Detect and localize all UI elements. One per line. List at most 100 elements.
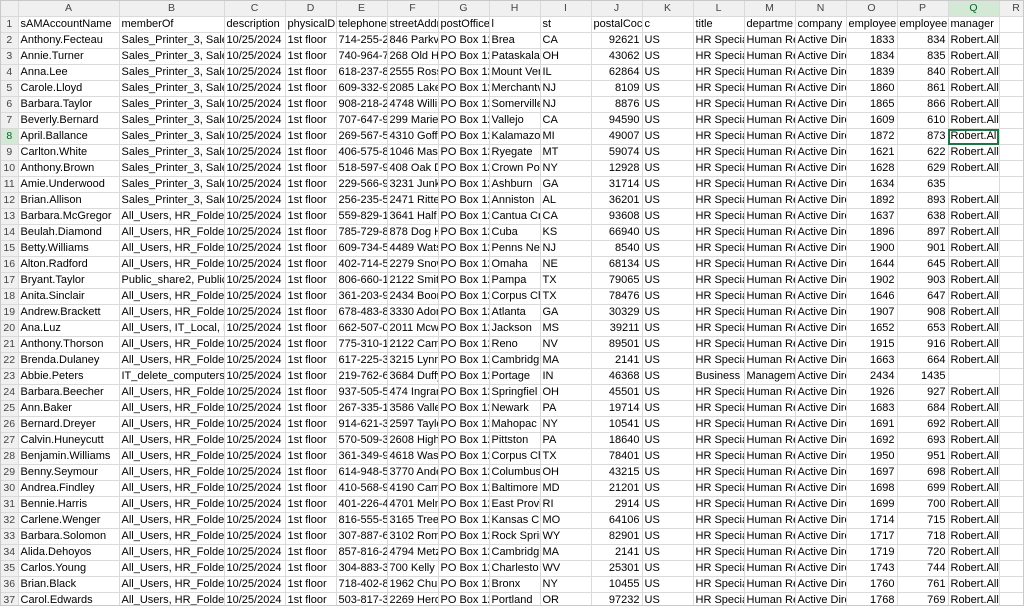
row-header[interactable]: 21 [1,336,19,354]
cell[interactable]: US [642,400,694,418]
cell[interactable]: Robert.Allen [948,320,1000,338]
cell[interactable]: 1st floor [285,320,337,338]
cell[interactable]: PO Box 12 [438,208,490,226]
cell[interactable]: 45501 [591,384,643,402]
cell[interactable]: 1st floor [285,64,337,82]
cell[interactable]: OH [540,384,592,402]
row-header[interactable]: 28 [1,448,19,466]
cell[interactable]: description [224,16,286,34]
cell[interactable]: NY [540,416,592,434]
cell[interactable]: Active Dire [795,240,847,258]
row-header[interactable]: 24 [1,384,19,402]
cell[interactable]: 10/25/2024 [224,256,286,274]
cell[interactable] [999,560,1023,578]
cell[interactable]: 1st floor [285,128,337,146]
cell[interactable]: 2914 [591,496,643,514]
cell[interactable]: Human Re [744,352,796,370]
cell[interactable]: Robert.Allen [948,32,1000,50]
cell[interactable]: 2279 Snow [387,256,439,274]
cell[interactable]: HR Speciali [693,400,745,418]
cell[interactable]: US [642,32,694,50]
cell[interactable]: 618-237-8 [336,64,388,82]
column-header-a[interactable]: A [18,1,120,18]
cell[interactable]: US [642,576,694,594]
cell[interactable]: Robert.Allen [948,144,1000,162]
cell[interactable]: Active Dire [795,352,847,370]
cell[interactable]: Anna.Lee [18,64,120,82]
cell[interactable]: Robert.Allen [948,288,1000,306]
cell[interactable]: 1st floor [285,288,337,306]
row-header[interactable]: 8 [1,128,19,146]
cell[interactable] [999,224,1023,242]
cell[interactable]: Active Dire [795,496,847,514]
cell[interactable]: 10/25/2024 [224,48,286,66]
cell[interactable]: RI [540,496,592,514]
cell[interactable]: 1st floor [285,432,337,450]
cell[interactable]: Human Re [744,336,796,354]
cell[interactable]: 806-660-1 [336,272,388,290]
cell[interactable]: 93608 [591,208,643,226]
cell[interactable]: Human Re [744,32,796,50]
cell[interactable]: Active Dire [795,176,847,194]
cell[interactable]: 2471 Ritter [387,192,439,210]
cell[interactable]: Human Re [744,176,796,194]
cell[interactable]: 10/25/2024 [224,304,286,322]
cell[interactable]: 49007 [591,128,643,146]
cell[interactable]: 1st floor [285,272,337,290]
cell[interactable]: Active Dire [795,224,847,242]
cell[interactable]: Sales_Printer_3, Sales [119,48,225,66]
cell[interactable]: 908-218-2 [336,96,388,114]
cell[interactable]: Public_share2, Public [119,272,225,290]
cell[interactable]: Active Dire [795,384,847,402]
cell[interactable]: streetAddr [387,16,439,34]
cell[interactable]: US [642,192,694,210]
cell[interactable]: 474 Ingrar [387,384,439,402]
cell[interactable]: 1st floor [285,480,337,498]
cell[interactable]: US [642,320,694,338]
cell[interactable]: 1st floor [285,240,337,258]
cell[interactable]: 1st floor [285,592,337,605]
cell[interactable]: 698 [897,464,949,482]
cell[interactable]: Brian.Allison [18,192,120,210]
cell[interactable] [948,176,1000,194]
cell[interactable]: Ann.Baker [18,400,120,418]
cell[interactable]: All_Users, HR_Folders [119,352,225,370]
cell[interactable]: 761 [897,576,949,594]
cell[interactable]: Barbara.Solomon [18,528,120,546]
cell[interactable]: Robert.Allen [948,544,1000,562]
cell[interactable]: Corpus Ch [489,288,541,306]
cell[interactable]: 1621 [846,144,898,162]
cell[interactable]: All_Users, HR_Folders [119,592,225,605]
cell[interactable]: Human Re [744,288,796,306]
cell[interactable]: Barbara.Taylor [18,96,120,114]
cell[interactable]: PO Box 12 [438,416,490,434]
cell[interactable]: 1902 [846,272,898,290]
cell[interactable]: Robert.Allen [948,592,1000,605]
cell[interactable]: US [642,272,694,290]
cell[interactable]: 1860 [846,80,898,98]
select-all-corner[interactable] [1,1,19,18]
cell[interactable]: 664 [897,352,949,370]
cell[interactable]: Active Dire [795,464,847,482]
cell[interactable]: Active Dire [795,160,847,178]
cell[interactable]: Robert.Allen [948,496,1000,514]
cell[interactable]: Active Dire [795,528,847,546]
cell[interactable]: 3684 Duffy [387,368,439,386]
cell[interactable]: Active Dire [795,544,847,562]
cell[interactable]: 10/25/2024 [224,96,286,114]
cell[interactable]: Active Dire [795,208,847,226]
cell[interactable]: PO Box 12 [438,368,490,386]
cell[interactable]: 1743 [846,560,898,578]
cell[interactable]: HR Speciali [693,448,745,466]
cell[interactable]: PO Box 12 [438,512,490,530]
cell[interactable]: GA [540,304,592,322]
cell[interactable]: 10/25/2024 [224,368,286,386]
cell[interactable]: Robert.Allen [948,384,1000,402]
cell[interactable]: 609-734-5 [336,240,388,258]
cell[interactable]: 2597 Taylo [387,416,439,434]
cell[interactable]: 10/25/2024 [224,512,286,530]
cell[interactable]: 1st floor [285,416,337,434]
cell[interactable]: 1760 [846,576,898,594]
cell[interactable]: WV [540,560,592,578]
cell[interactable]: 846 Parkvi [387,32,439,50]
